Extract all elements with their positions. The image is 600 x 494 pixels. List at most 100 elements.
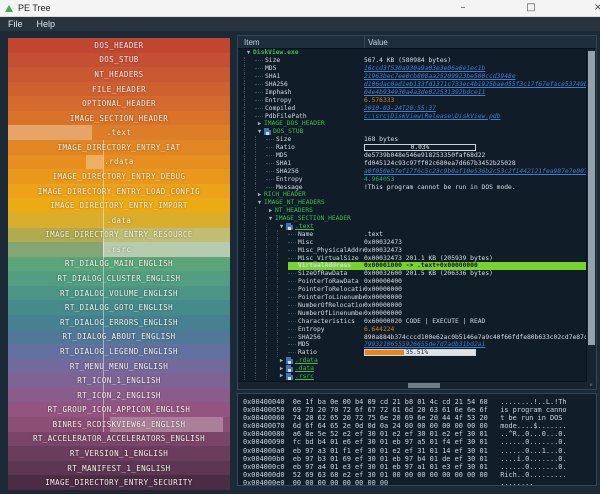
treemap-row-dos_header[interactable]: DOS_HEADER bbox=[8, 38, 230, 53]
tree-row-md5[interactable]: MD5 79932106555926655de7d7adb31bd2a1 bbox=[238, 340, 586, 349]
tree-row-entropy[interactable]: Entropy 6.576333 bbox=[238, 96, 586, 105]
tree-row-entropy[interactable]: Entropy 6.644224 bbox=[238, 325, 586, 334]
treemap-row-rt_menu_menu_english[interactable]: RT_MENU_MENU_ENGLISH bbox=[8, 358, 230, 374]
menu-file[interactable]: File bbox=[8, 19, 23, 29]
treemap-row-image_directory_entry_load_config[interactable]: IMAGE_DIRECTORY_ENTRY_LOAD_CONFIG bbox=[8, 183, 230, 199]
tree-row-name[interactable]: Name .text bbox=[238, 230, 586, 239]
tree-row-.rdata[interactable]: ▶ .rdata bbox=[238, 356, 586, 365]
treemap-row-rt_dialog_volume_english[interactable]: RT_DIALOG_VOLUME_ENGLISH bbox=[8, 285, 230, 301]
tree-row-misc-physicaladdress[interactable]: Misc_PhysicalAddress0x00032473 bbox=[238, 246, 586, 255]
tree-row-pointertolinenumbers[interactable]: PointerToLinenumbers0x00000000 bbox=[238, 293, 586, 302]
expand-icon[interactable]: ▶ bbox=[277, 366, 286, 372]
tree-row-image-section-header[interactable]: ▼ IMAGE_SECTION_HEADER bbox=[238, 214, 586, 223]
treemap-row-rt_group_icon_appicon_english[interactable]: RT_GROUP_ICON_APPICON_ENGLISH bbox=[8, 402, 230, 418]
tree-row-pointertorelocations[interactable]: PointerToRelocations0x00000000 bbox=[238, 285, 586, 294]
treemap-row-image_section_header[interactable]: IMAGE_SECTION_HEADER bbox=[8, 110, 230, 126]
collapse-icon[interactable]: ▼ bbox=[255, 129, 264, 135]
collapse-icon[interactable]: ▼ bbox=[277, 224, 286, 230]
collapse-icon[interactable]: ▼ bbox=[266, 216, 275, 222]
treemap-row-.rdata[interactable]: .rdata bbox=[8, 154, 230, 170]
treemap-row-rt_version_1_english[interactable]: RT_VERSION_1_ENGLISH bbox=[8, 446, 230, 461]
expand-icon[interactable]: ▶ bbox=[255, 192, 264, 198]
save-floppy-icon[interactable] bbox=[286, 223, 293, 231]
tree-row-size[interactable]: Size 567.4 KB (580984 bytes) bbox=[238, 56, 586, 65]
treemap-row-.data[interactable]: .data bbox=[8, 212, 230, 228]
treemap-row-.text[interactable]: .text bbox=[8, 125, 230, 141]
treemap-row-image_directory_entry_iat[interactable]: IMAGE_DIRECTORY_ENTRY_IAT bbox=[8, 140, 230, 155]
treemap-row-image_directory_entry_import[interactable]: IMAGE_DIRECTORY_ENTRY_IMPORT bbox=[8, 198, 230, 213]
close-button[interactable]: × bbox=[583, 0, 600, 17]
treemap-row-rt_dialog_errors_english[interactable]: RT_DIALOG_ERRORS_ENGLISH bbox=[8, 314, 230, 330]
tree-row-image-nt-headers[interactable]: ▼ IMAGE_NT_HEADERS bbox=[238, 198, 586, 207]
save-floppy-icon[interactable] bbox=[286, 357, 293, 365]
expand-icon[interactable]: ▶ bbox=[255, 121, 264, 127]
tree-row-dos-stub[interactable]: ▼ DOS_STUB bbox=[238, 127, 586, 136]
maximize-button[interactable]: □ bbox=[516, 0, 546, 17]
value-link[interactable]: 79932106555926655de7d7adb31bd2a1 bbox=[364, 341, 485, 348]
tree-row-image-dos-header[interactable]: ▶ IMAGE_DOS_HEADER bbox=[238, 120, 586, 128]
expand-icon[interactable]: ▶ bbox=[266, 208, 275, 214]
collapse-icon[interactable]: ▼ bbox=[244, 50, 253, 56]
menu-help[interactable]: Help bbox=[37, 19, 56, 29]
treemap-row-image_directory_entry_debug[interactable]: IMAGE_DIRECTORY_ENTRY_DEBUG bbox=[8, 169, 230, 184]
tree-row-sha256[interactable]: SHA256 d106dac0ad1eb133fd1371c733ec4b1925… bbox=[238, 80, 586, 89]
value-link[interactable]: 21963bec7ee0cb808aa25209923be500ccd3948e bbox=[364, 73, 516, 80]
tree-row-imphash[interactable]: Imphash 04e4b934930a4a3de022531392bdce11 bbox=[238, 88, 586, 97]
save-floppy-icon[interactable] bbox=[286, 372, 293, 380]
tree-row-numberofrelocations[interactable]: NumberOfRelocations 0x00000000 bbox=[238, 301, 586, 310]
tree-row-size[interactable]: Size 168 bytes bbox=[238, 135, 586, 144]
tree-row-nt-headers[interactable]: ▶ NT_HEADERS bbox=[238, 206, 586, 215]
tree-row-.data[interactable]: ▶ .data bbox=[238, 364, 586, 373]
minimize-button[interactable]: – bbox=[448, 0, 478, 17]
treemap-row-rt_manifest_1_english[interactable]: RT_MANIFEST_1_ENGLISH bbox=[8, 460, 230, 476]
treemap-row-file_header[interactable]: FILE_HEADER bbox=[8, 81, 230, 97]
value-link[interactable]: 16ccd3f530a930a9a03e3e06a6e1ec1b bbox=[364, 65, 485, 72]
tree-row-.rsrc[interactable]: ▶ .rsrc bbox=[238, 372, 586, 381]
tree-row-pdbfilepath[interactable]: PdbFilePath c:\src\DiskView\Release\DiskV… bbox=[238, 112, 586, 121]
value-link[interactable]: c:\src\DiskView\Release\DiskView.pdb bbox=[364, 113, 500, 120]
treemap-row-rt_dialog_goto_english[interactable]: RT_DIALOG_GOTO_ENGLISH bbox=[8, 300, 230, 315]
tree-row-ratio[interactable]: Ratio 35.51% bbox=[238, 348, 586, 357]
treemap-row-binres_rcdiskview64_english[interactable]: BINRES_RCDISKVIEW64_ENGLISH bbox=[8, 417, 230, 432]
tree-row-pointertorawdata[interactable]: PointerToRawData 0x00000400 bbox=[238, 277, 586, 286]
tree-row-message[interactable]: Message !This program cannot be run in DO… bbox=[238, 183, 586, 192]
tree-row-md5[interactable]: MD5 de5739b048e546e918253350faf68d22 bbox=[238, 151, 586, 160]
treemap-row-optional_header[interactable]: OPTIONAL_HEADER bbox=[8, 96, 230, 111]
treemap-row-image_directory_entry_resource[interactable]: IMAGE_DIRECTORY_ENTRY_RESOURCE bbox=[8, 227, 230, 243]
tree-row-numberoflinenumbers[interactable]: NumberOfLinenumbers 0x00000000 bbox=[238, 309, 586, 318]
treemap-row-rt_dialog_main_english[interactable]: RT_DIALOG_MAIN_ENGLISH bbox=[8, 256, 230, 272]
value-link[interactable]: a0f050e5fef17f6c5c23c9b0af10e536b2c53c2f… bbox=[364, 168, 586, 175]
expand-icon[interactable]: ▶ bbox=[277, 358, 286, 364]
vertical-scrollbar-thumb[interactable] bbox=[588, 51, 595, 345]
save-floppy-icon[interactable] bbox=[286, 365, 293, 373]
treemap-row-rt_dialog_about_english[interactable]: RT_DIALOG_ABOUT_ENGLISH bbox=[8, 329, 230, 345]
vertical-scrollbar[interactable] bbox=[586, 49, 596, 381]
treemap-row-nt_headers[interactable]: NT_HEADERS bbox=[8, 67, 230, 82]
value-link[interactable]: d106dac0ad1eb133fd1371c733ec4b1925baed55… bbox=[364, 81, 586, 88]
tree-row-sha256[interactable]: SHA256 a0f050e5fef17f6c5c23c9b0af10e536b2… bbox=[238, 167, 586, 176]
tree-row-sha256[interactable]: SHA256 890a884b374cccd100e62ac0b5146e7a9c… bbox=[238, 333, 586, 341]
value-link[interactable]: 2010-03-24T20:55:37 bbox=[364, 105, 436, 112]
collapse-icon[interactable]: ▼ bbox=[255, 200, 264, 206]
tree-row-md5[interactable]: MD5 16ccd3f530a930a9a03e3e06a6e1ec1b bbox=[238, 64, 586, 73]
treemap-row-rt_accelerator_accelerators_english[interactable]: RT_ACCELERATOR_ACCELERATORS_ENGLISH bbox=[8, 431, 230, 447]
save-floppy-icon[interactable] bbox=[264, 128, 271, 136]
treemap-row-rt_dialog_legend_english[interactable]: RT_DIALOG_LEGEND_ENGLISH bbox=[8, 344, 230, 359]
column-header-item[interactable]: Item bbox=[238, 38, 364, 47]
expand-icon[interactable]: ▶ bbox=[277, 373, 286, 379]
column-header-value[interactable]: Value bbox=[364, 36, 596, 48]
tree-row-misc-virtualsize[interactable]: Misc_VirtualSize 0x00032473 201.1 KB (205… bbox=[238, 254, 586, 263]
treemap-row-.rsrc[interactable]: .rsrc bbox=[8, 242, 230, 257]
horizontal-scrollbar[interactable] bbox=[238, 381, 586, 389]
treemap-row-dos_stub[interactable]: DOS_STUB bbox=[8, 52, 230, 68]
tree-row-sha1[interactable]: SHA1 fd045124c93c97ff02c680ea7d667b3452b2… bbox=[238, 159, 586, 168]
treemap-row-rt_icon_2_english[interactable]: RT_ICON_2_ENGLISH bbox=[8, 387, 230, 403]
tree-row-ratio[interactable]: Ratio 0.03% bbox=[238, 143, 586, 152]
tree-row-diskview.exe[interactable]: ▼ DiskView.exe bbox=[238, 49, 586, 57]
treemap-row-rt_dialog_cluster_english[interactable]: RT_DIALOG_CLUSTER_ENGLISH bbox=[8, 271, 230, 286]
tree-row-sha1[interactable]: SHA1 21963bec7ee0cb808aa25209923be500ccd3… bbox=[238, 72, 586, 81]
horizontal-scrollbar-thumb[interactable] bbox=[408, 383, 440, 388]
value-link[interactable]: 04e4b934930a4a3de022531392bdce11 bbox=[364, 89, 485, 96]
treemap-row-rt_icon_1_english[interactable]: RT_ICON_1_ENGLISH bbox=[8, 373, 230, 388]
tree-row-.text[interactable]: ▼ .text bbox=[238, 222, 586, 231]
